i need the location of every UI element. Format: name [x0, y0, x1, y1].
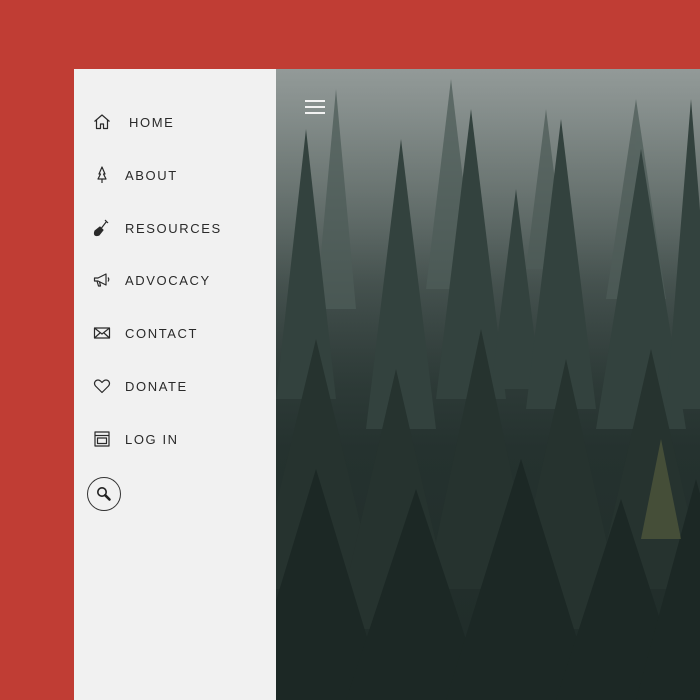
search-button[interactable] [87, 477, 121, 511]
sidebar-nav: HOME ABOUT RESOURCES ADVOCACY CONTACT DO… [74, 69, 276, 700]
page-frame: HOME ABOUT RESOURCES ADVOCACY CONTACT DO… [74, 69, 700, 700]
nav-label-home: HOME [129, 114, 175, 130]
hamburger-menu-icon[interactable] [305, 100, 327, 118]
nav-item-contact[interactable]: CONTACT [92, 321, 198, 345]
nav-item-log-in[interactable]: LOG IN [92, 427, 179, 451]
nav-label-donate: DONATE [125, 378, 188, 394]
nav-item-advocacy[interactable]: ADVOCACY [92, 268, 211, 292]
nav-item-resources[interactable]: RESOURCES [92, 216, 222, 240]
heart-icon [92, 376, 112, 396]
megaphone-icon [92, 270, 112, 290]
forest-illustration [276, 69, 700, 700]
envelope-icon [92, 323, 112, 343]
nav-label-log-in: LOG IN [125, 431, 179, 447]
nav-label-advocacy: ADVOCACY [125, 272, 211, 288]
search-icon [95, 485, 113, 503]
nav-label-about: ABOUT [125, 167, 178, 183]
home-icon [92, 112, 112, 132]
browser-window-icon [92, 429, 112, 449]
nav-label-contact: CONTACT [125, 325, 199, 341]
nav-item-home[interactable]: HOME [92, 110, 174, 134]
nav-item-donate[interactable]: DONATE [92, 374, 188, 398]
hero-forest-image [276, 69, 700, 700]
tree-icon [92, 165, 112, 185]
nav-item-about[interactable]: ABOUT [92, 163, 178, 187]
nav-label-resources: RESOURCES [125, 220, 222, 236]
shovel-icon [92, 218, 112, 238]
